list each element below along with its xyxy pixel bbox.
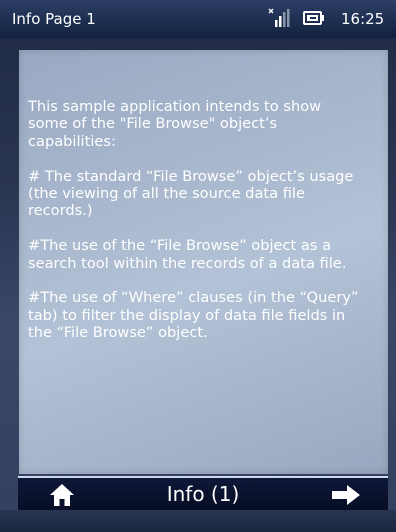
page-title: Info Page 1 (12, 10, 96, 28)
battery-icon (303, 10, 325, 26)
info-paragraph: This sample application intends to show … (28, 98, 322, 150)
signal-icon (268, 8, 290, 28)
device-screen: Info Page 1 16:25 This sample applicatio… (0, 0, 396, 532)
info-text: This sample application intends to show … (28, 98, 380, 359)
status-bar: Info Page 1 16:25 (0, 0, 396, 38)
content-panel: This sample application intends to show … (19, 50, 388, 474)
info-paragraph: #The use of the “File Browse” object as … (28, 237, 347, 272)
next-button[interactable] (331, 484, 361, 506)
info-paragraph: # The standard “File Browse” object’s us… (28, 167, 354, 220)
bottom-shade (0, 510, 396, 532)
bottom-nav-bar: Info (1) (18, 476, 388, 511)
clock: 16:25 (341, 10, 385, 28)
info-paragraph: #The use of “Where” clauses (in the “Que… (28, 289, 359, 342)
arrow-right-icon (332, 485, 360, 505)
